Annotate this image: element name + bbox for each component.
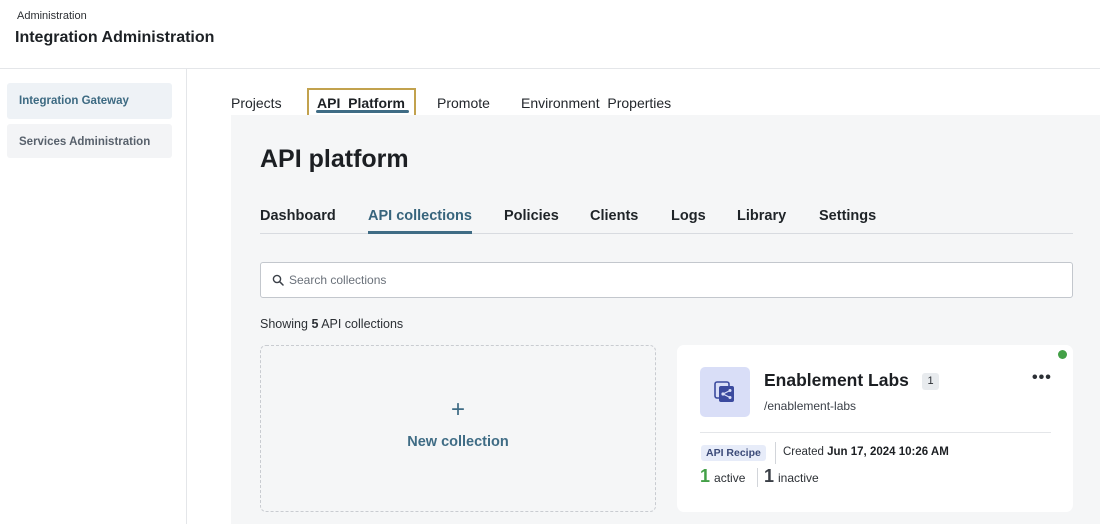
separator: [775, 442, 776, 464]
collection-path: /enablement-labs: [764, 399, 857, 413]
search-input[interactable]: [289, 263, 1059, 297]
more-options-icon[interactable]: •••: [1032, 369, 1052, 387]
plus-icon: +: [450, 396, 465, 423]
new-collection-label: New collection: [407, 434, 509, 450]
api-recipe-badge: API Recipe: [701, 445, 766, 461]
created-label: Created: [783, 446, 824, 458]
tab-api-collections-label: API collections: [368, 208, 472, 224]
search-box[interactable]: [260, 262, 1073, 298]
tab-promote[interactable]: Promote: [437, 95, 490, 111]
active-label: active: [714, 471, 746, 485]
search-icon: [272, 274, 284, 286]
created-info: Created Jun 17, 2024 10:26 AM: [783, 446, 949, 458]
tab-clients[interactable]: Clients: [590, 208, 638, 224]
collection-card[interactable]: Enablement Labs 1 ••• /enablement-labs A…: [677, 345, 1073, 512]
api-collection-icon: [714, 381, 734, 402]
status-indicator: [1058, 350, 1067, 359]
active-number: 1: [700, 466, 711, 486]
results-number: 5: [311, 317, 319, 331]
tab-library[interactable]: Library: [737, 208, 786, 224]
separator: [757, 468, 758, 487]
sidebar-item-services-administration[interactable]: Services Administration: [7, 124, 172, 158]
tab-logs[interactable]: Logs: [671, 208, 706, 224]
inactive-label: inactive: [778, 471, 819, 485]
page-title: Integration Administration: [15, 29, 215, 46]
created-date: Jun 17, 2024 10:26 AM: [827, 446, 949, 458]
results-count: Showing 5 API collections: [260, 317, 403, 331]
results-suffix: API collections: [321, 317, 404, 331]
section-title: API platform: [260, 145, 409, 173]
page-header: Administration Integration Administratio…: [0, 0, 1100, 69]
results-prefix: Showing: [260, 317, 308, 331]
inactive-number: 1: [764, 466, 775, 486]
inactive-count: 1 inactive: [764, 466, 819, 487]
collection-count-badge: 1: [922, 373, 939, 390]
tab-environment-properties[interactable]: Environment Properties: [521, 95, 671, 111]
active-count: 1 active: [700, 466, 745, 487]
tab-policies[interactable]: Policies: [504, 208, 559, 224]
collection-icon: [700, 367, 750, 417]
breadcrumb[interactable]: Administration: [17, 10, 87, 22]
collection-name[interactable]: Enablement Labs: [764, 370, 909, 391]
new-collection-button[interactable]: + New collection: [260, 345, 656, 512]
tab-active-underline: [316, 110, 409, 113]
card-divider: [700, 432, 1051, 433]
sidebar: Integration Gateway Services Administrat…: [0, 69, 187, 524]
api-platform-panel: API platform Dashboard API collections P…: [231, 115, 1100, 524]
sidebar-item-integration-gateway[interactable]: Integration Gateway: [7, 83, 172, 119]
tab-settings[interactable]: Settings: [819, 208, 876, 224]
tab-api-collections[interactable]: API collections: [368, 208, 472, 234]
tab-api-platform-label: API Platform: [317, 95, 405, 111]
tab-projects[interactable]: Projects: [231, 95, 282, 111]
tab-active-underline: [368, 231, 472, 234]
api-platform-tabs: Dashboard API collections Policies Clien…: [260, 207, 1073, 234]
tab-dashboard[interactable]: Dashboard: [260, 208, 336, 224]
